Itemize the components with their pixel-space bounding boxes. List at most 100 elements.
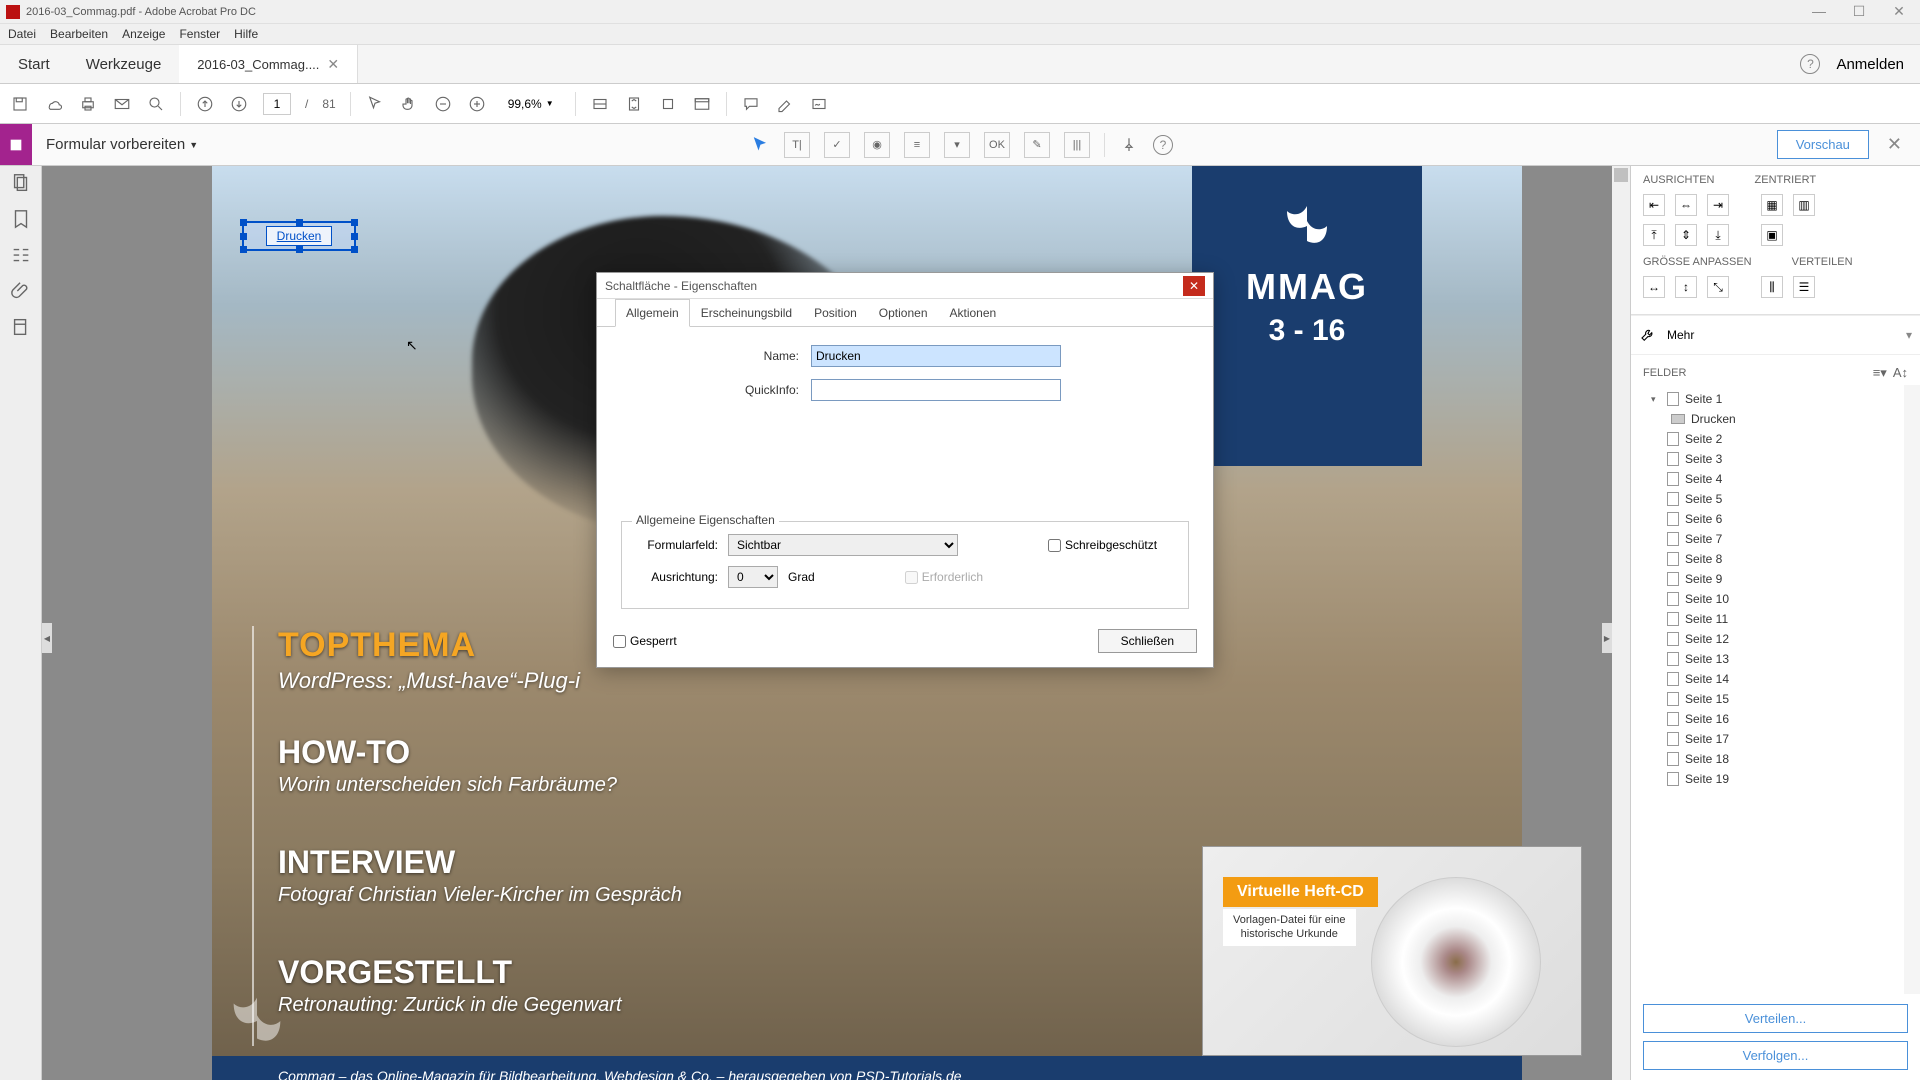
formfield-select[interactable]: Sichtbar — [728, 534, 958, 556]
barcode-tool-icon[interactable]: ||| — [1064, 132, 1090, 158]
tree-page-6[interactable]: Seite 6 — [1631, 509, 1920, 529]
rotate-icon[interactable] — [658, 94, 678, 114]
close-form-panel-icon[interactable]: ✕ — [1879, 134, 1910, 155]
select-arrow-icon[interactable] — [365, 94, 385, 114]
checkbox-tool-icon[interactable]: ✓ — [824, 132, 850, 158]
fit-width-icon[interactable] — [590, 94, 610, 114]
hand-icon[interactable] — [399, 94, 419, 114]
tree-page-11[interactable]: Seite 11 — [1631, 609, 1920, 629]
view-mode-icon[interactable] — [692, 94, 712, 114]
window-minimize-button[interactable]: — — [1804, 3, 1834, 20]
size-height-icon[interactable]: ↕ — [1675, 276, 1697, 298]
menu-fenster[interactable]: Fenster — [179, 27, 220, 41]
tab-document[interactable]: 2016-03_Commag.... ✕ — [179, 45, 358, 83]
sign-in-link[interactable]: Anmelden — [1836, 56, 1904, 73]
button-tool-icon[interactable]: OK — [984, 132, 1010, 158]
expand-left-handle[interactable]: ◀ — [42, 623, 52, 653]
help-icon[interactable]: ? — [1800, 54, 1820, 74]
size-width-icon[interactable]: ↔ — [1643, 276, 1665, 298]
tree-page-8[interactable]: Seite 8 — [1631, 549, 1920, 569]
tab-position[interactable]: Position — [803, 299, 868, 326]
align-right-icon[interactable]: ⇥ — [1707, 194, 1729, 216]
tab-document-close-icon[interactable]: ✕ — [327, 56, 339, 73]
tree-page-18[interactable]: Seite 18 — [1631, 749, 1920, 769]
tree-scrollbar[interactable] — [1904, 385, 1920, 994]
tree-page-3[interactable]: Seite 3 — [1631, 449, 1920, 469]
zoom-dropdown[interactable]: 99,6%▼ — [501, 94, 561, 114]
expand-right-handle[interactable]: ▶ — [1602, 623, 1612, 653]
menu-hilfe[interactable]: Hilfe — [234, 27, 258, 41]
menu-bearbeiten[interactable]: Bearbeiten — [50, 27, 108, 41]
center-v-icon[interactable]: ▥ — [1793, 194, 1815, 216]
size-both-icon[interactable]: ⤡ — [1707, 276, 1729, 298]
menu-anzeige[interactable]: Anzeige — [122, 27, 165, 41]
tree-page-12[interactable]: Seite 12 — [1631, 629, 1920, 649]
form-field-drucken[interactable]: Drucken — [242, 221, 356, 251]
window-close-button[interactable]: ✕ — [1884, 3, 1914, 20]
tree-field-drucken[interactable]: Drucken — [1631, 409, 1920, 429]
comment-icon[interactable] — [741, 94, 761, 114]
align-bottom-icon[interactable]: ⤓ — [1707, 224, 1729, 246]
dialog-titlebar[interactable]: Schaltfläche - Eigenschaften ✕ — [597, 273, 1213, 299]
window-maximize-button[interactable]: ☐ — [1844, 3, 1874, 20]
pointer-tool-icon[interactable] — [750, 135, 770, 155]
tab-erscheinungsbild[interactable]: Erscheinungsbild — [690, 299, 803, 326]
highlight-icon[interactable] — [775, 94, 795, 114]
page-up-icon[interactable] — [195, 94, 215, 114]
dialog-close-icon[interactable]: ✕ — [1183, 276, 1205, 296]
tree-page-9[interactable]: Seite 9 — [1631, 569, 1920, 589]
zoom-in-icon[interactable] — [467, 94, 487, 114]
align-center-h-icon[interactable]: ⇔ — [1675, 194, 1697, 216]
center-h-icon[interactable]: ▦ — [1761, 194, 1783, 216]
radio-tool-icon[interactable]: ◉ — [864, 132, 890, 158]
tree-page-15[interactable]: Seite 15 — [1631, 689, 1920, 709]
tree-page-14[interactable]: Seite 14 — [1631, 669, 1920, 689]
tab-tools[interactable]: Werkzeuge — [68, 45, 180, 83]
search-icon[interactable] — [146, 94, 166, 114]
align-top-icon[interactable]: ⤒ — [1643, 224, 1665, 246]
orientation-select[interactable]: 0 — [728, 566, 778, 588]
center-both-icon[interactable]: ▣ — [1761, 224, 1783, 246]
tree-page-5[interactable]: Seite 5 — [1631, 489, 1920, 509]
distribute-button[interactable]: Verteilen... — [1643, 1004, 1908, 1033]
more-dropdown[interactable]: Mehr ▾ — [1631, 315, 1920, 355]
save-icon[interactable] — [10, 94, 30, 114]
form-mode-icon[interactable] — [0, 124, 32, 165]
tree-page-7[interactable]: Seite 7 — [1631, 529, 1920, 549]
fields-tree[interactable]: ▾Seite 1 Drucken Seite 2 Seite 3 Seite 4… — [1631, 385, 1920, 994]
name-input[interactable] — [811, 345, 1061, 367]
sort-alpha-icon[interactable]: A↕ — [1893, 365, 1908, 381]
sort-order-icon[interactable]: ≡▾ — [1873, 365, 1887, 381]
form-mode-label[interactable]: Formular vorbereiten▼ — [32, 136, 212, 153]
page-number-input[interactable] — [263, 93, 291, 115]
readonly-checkbox[interactable]: Schreibgeschützt — [1048, 538, 1157, 552]
zoom-out-icon[interactable] — [433, 94, 453, 114]
tree-page-16[interactable]: Seite 16 — [1631, 709, 1920, 729]
cloud-icon[interactable] — [44, 94, 64, 114]
print-icon[interactable] — [78, 94, 98, 114]
locked-checkbox[interactable]: Gesperrt — [613, 634, 677, 648]
tree-page-10[interactable]: Seite 10 — [1631, 589, 1920, 609]
preview-button[interactable]: Vorschau — [1777, 130, 1869, 159]
bookmarks-icon[interactable] — [10, 208, 32, 230]
flow-icon[interactable] — [10, 244, 32, 266]
track-button[interactable]: Verfolgen... — [1643, 1041, 1908, 1070]
pin-icon[interactable] — [1119, 135, 1139, 155]
sign-icon[interactable] — [809, 94, 829, 114]
close-button[interactable]: Schließen — [1098, 629, 1197, 653]
signature-tool-icon[interactable]: ✎ — [1024, 132, 1050, 158]
tree-page-2[interactable]: Seite 2 — [1631, 429, 1920, 449]
tree-page-4[interactable]: Seite 4 — [1631, 469, 1920, 489]
tree-page-19[interactable]: Seite 19 — [1631, 769, 1920, 789]
list-tool-icon[interactable]: ≡ — [904, 132, 930, 158]
layers-icon[interactable] — [10, 316, 32, 338]
text-field-tool-icon[interactable]: T| — [784, 132, 810, 158]
attachments-icon[interactable] — [10, 280, 32, 302]
mail-icon[interactable] — [112, 94, 132, 114]
tab-optionen[interactable]: Optionen — [868, 299, 939, 326]
tab-start[interactable]: Start — [0, 45, 68, 83]
vertical-scrollbar[interactable] — [1612, 166, 1630, 1080]
distribute-v-icon[interactable]: ☰ — [1793, 276, 1815, 298]
tab-aktionen[interactable]: Aktionen — [939, 299, 1008, 326]
page-down-icon[interactable] — [229, 94, 249, 114]
